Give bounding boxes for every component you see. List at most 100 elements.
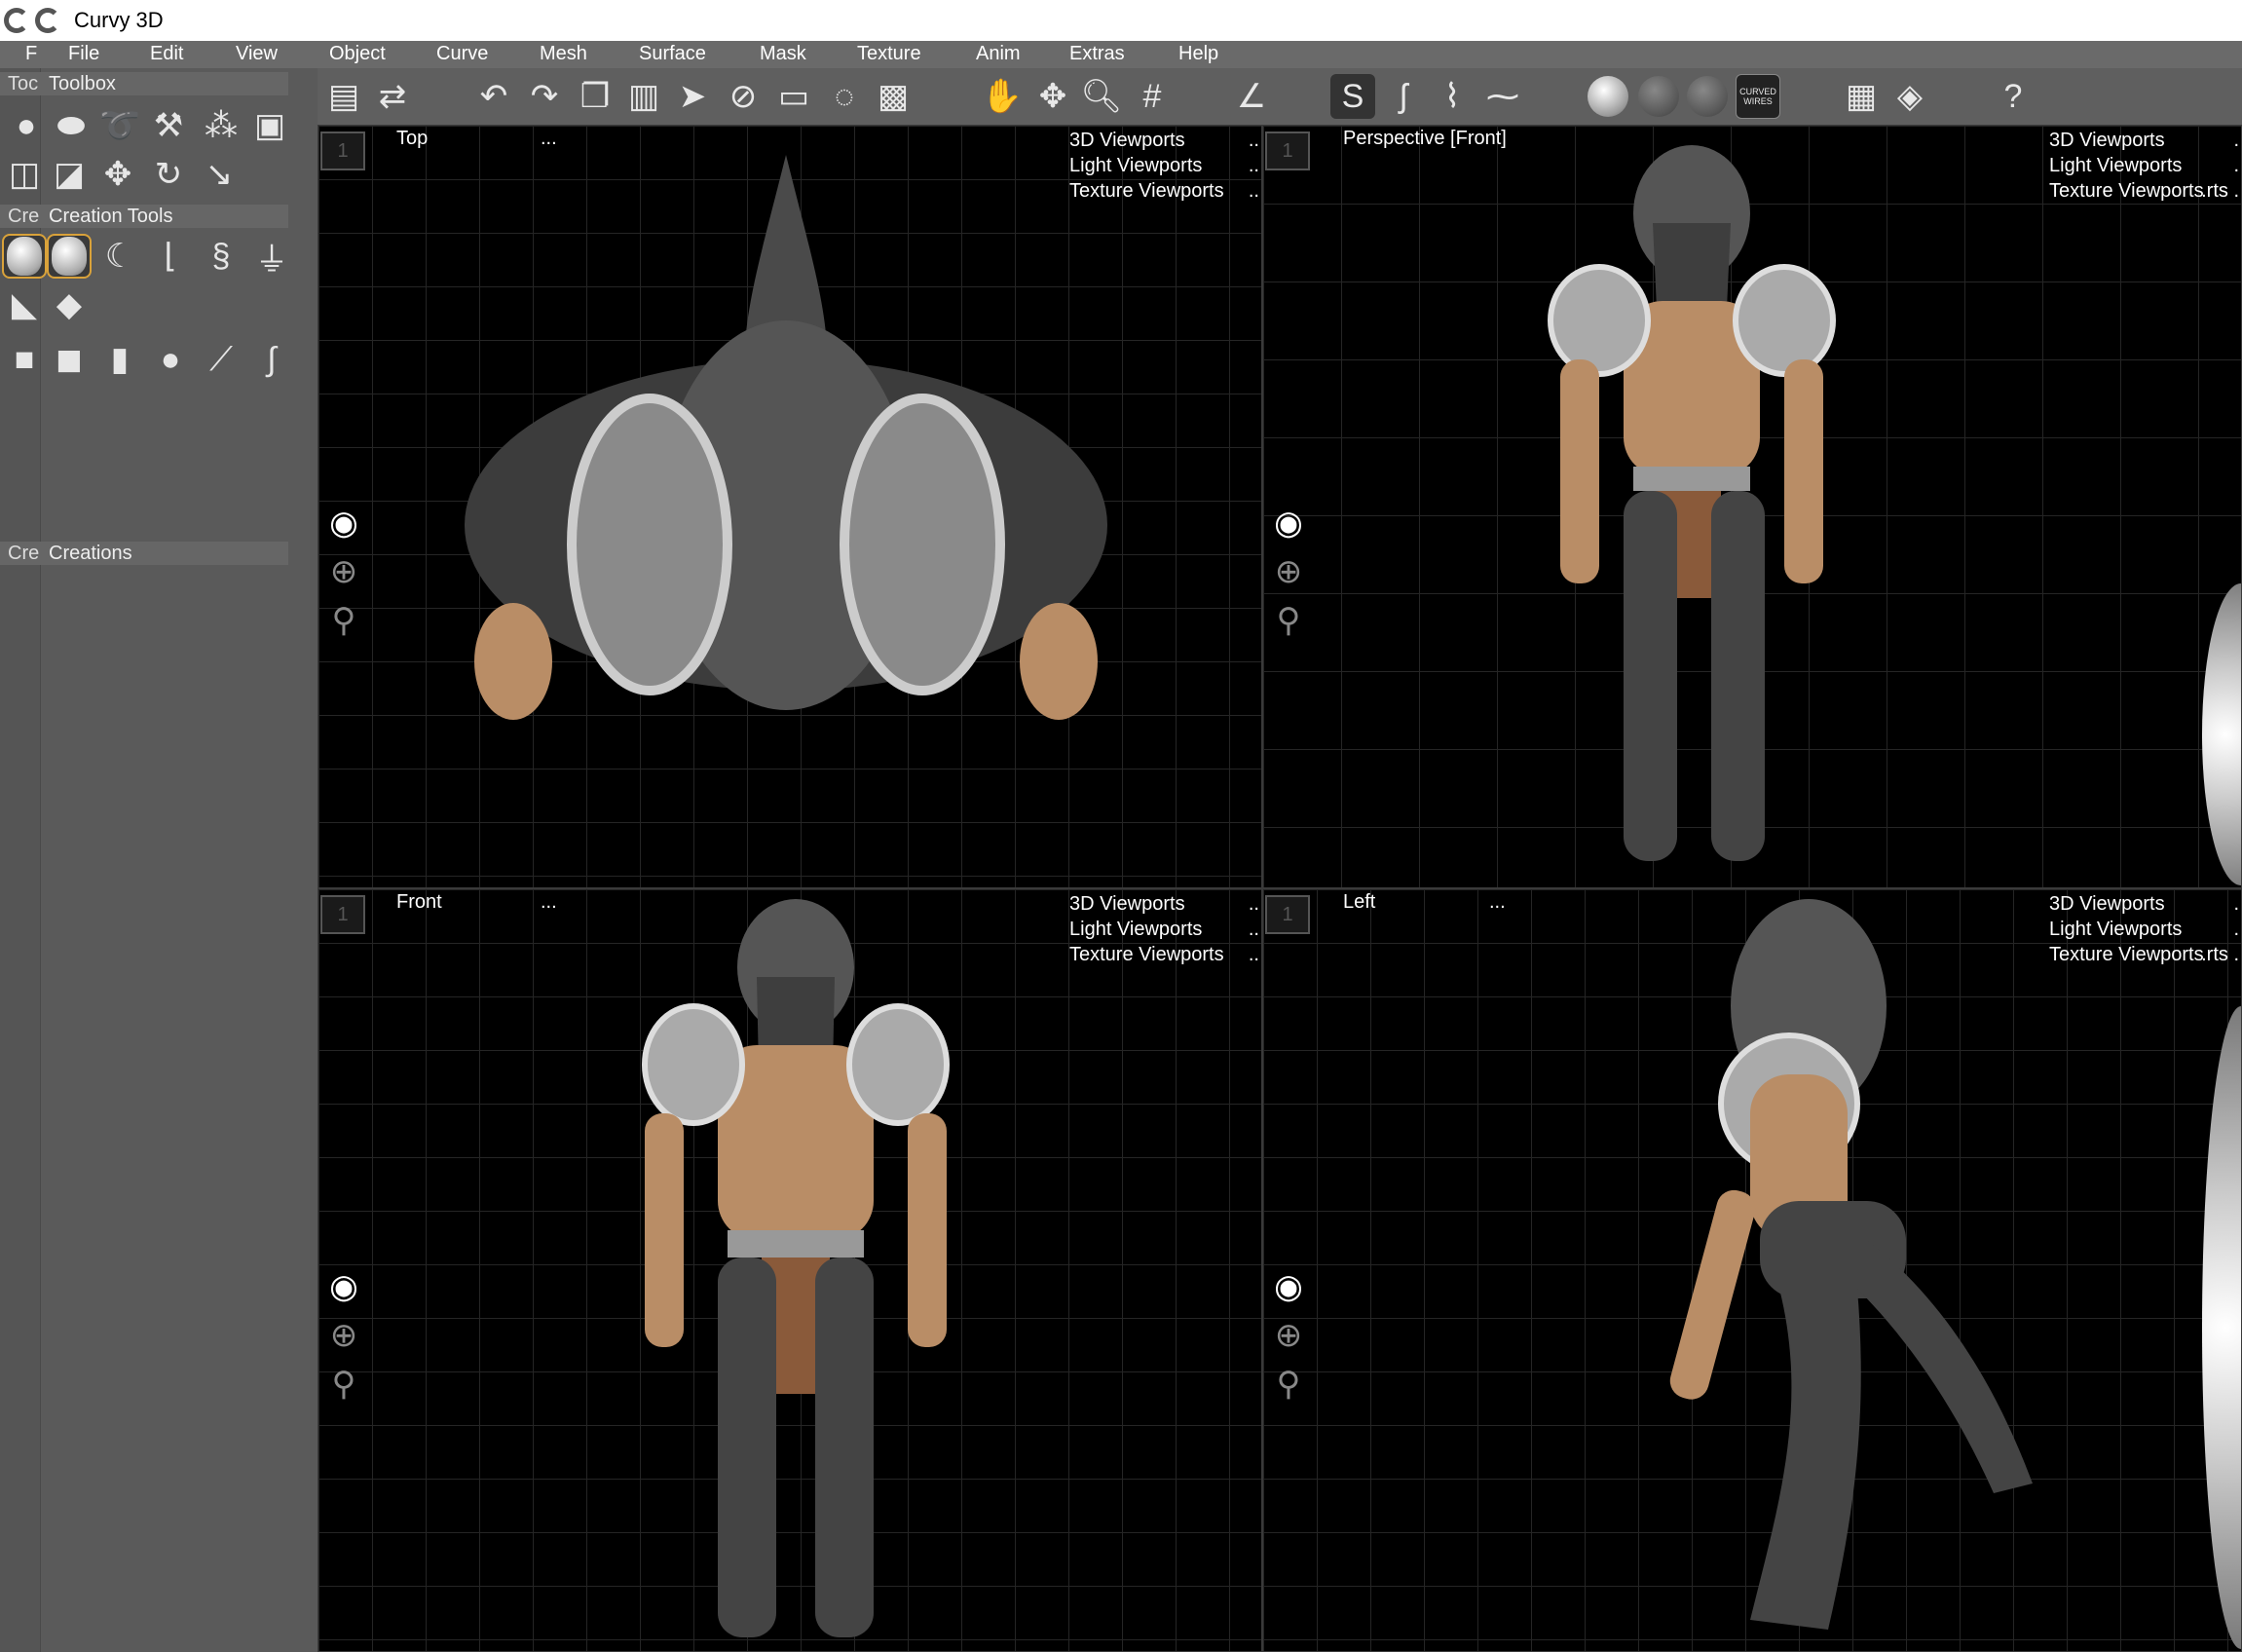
pan-hand-icon[interactable]: ✋	[980, 74, 1025, 119]
menu-3d-viewports[interactable]: 3D Viewports	[1069, 130, 1185, 151]
viewport-options[interactable]: ...	[541, 128, 557, 150]
toolbox-header[interactable]: Toc Toolbox	[0, 72, 288, 95]
menu-light-viewports[interactable]: Light Viewports	[1069, 919, 1202, 940]
lasso-icon[interactable]: ◌	[822, 74, 867, 119]
edit-curve-icon[interactable]: ∠	[1229, 74, 1274, 119]
viewport-number[interactable]: 1	[320, 895, 365, 934]
focus-target-icon[interactable]: ◉	[1267, 502, 1310, 544]
select-arrow-icon[interactable]: ➤	[670, 74, 715, 119]
creations-header[interactable]: Cre Creations	[0, 542, 288, 565]
surface-wave-icon[interactable]: ◆	[47, 282, 92, 327]
pan-view-icon[interactable]: ⊕	[322, 1314, 365, 1357]
menu-light-viewports[interactable]: Light Viewports	[2049, 155, 2182, 176]
viewport-top[interactable]: 1 Top ... 3D Viewports .. Light Viewport…	[318, 125, 1262, 888]
menu-f[interactable]: F	[25, 43, 37, 65]
menu-more[interactable]: ..	[1249, 153, 1259, 178]
menu-3d-viewports[interactable]: 3D Viewports	[2049, 893, 2165, 915]
creation-tools-tab[interactable]: Cre	[0, 206, 41, 228]
focus-target-icon[interactable]: ◉	[322, 1265, 365, 1308]
particles-icon[interactable]: ⁂	[199, 103, 243, 148]
undo-icon[interactable]: ↶	[471, 74, 516, 119]
menu-more[interactable]: .rts .	[2201, 178, 2239, 204]
menu-mesh[interactable]: Mesh	[540, 43, 587, 65]
copy-icon[interactable]: ❐	[573, 74, 617, 119]
menu-more[interactable]: ..	[1249, 942, 1259, 967]
rect-select-icon[interactable]: ▭	[771, 74, 816, 119]
zoom-view-icon[interactable]: ⚲	[322, 599, 365, 642]
menu-more[interactable]: .	[2233, 917, 2239, 942]
sphere-group-icon[interactable]: ●	[4, 103, 49, 148]
menu-extras[interactable]: Extras	[1069, 43, 1125, 65]
shaded-sphere-icon[interactable]	[1586, 74, 1630, 119]
bend-shape-icon[interactable]: ☾	[97, 234, 142, 279]
move-icon[interactable]: ✥	[95, 152, 140, 197]
curve-open-icon[interactable]: ⌇	[1430, 74, 1475, 119]
menu-view[interactable]: View	[236, 43, 278, 65]
foot-shape-icon[interactable]: ⌊	[148, 234, 193, 279]
creation-tools-header[interactable]: Cre Creation Tools	[0, 205, 288, 228]
pan-view-icon[interactable]: ⊕	[1267, 1314, 1310, 1357]
menu-more[interactable]: .	[2233, 153, 2239, 178]
menu-3d-viewports[interactable]: 3D Viewports	[1069, 893, 1185, 915]
twist-icon[interactable]: ➰	[97, 103, 142, 148]
toolbox-tab[interactable]: Toc	[0, 73, 41, 95]
zoom-icon[interactable]: 🔍︎	[1079, 74, 1124, 119]
menu-texture-viewports[interactable]: Texture Viewports	[2049, 944, 2204, 965]
pan-view-icon[interactable]: ⊕	[322, 550, 365, 593]
quad-view-icon[interactable]: ▦	[1839, 74, 1884, 119]
curve-s-icon[interactable]: S	[1330, 74, 1375, 119]
menu-more[interactable]: .rts .	[2201, 942, 2239, 967]
menu-curve[interactable]: Curve	[436, 43, 488, 65]
hook-curve-icon[interactable]: ∫	[249, 337, 294, 382]
multi-object-icon[interactable]: ⬬	[49, 103, 93, 148]
viewport-number[interactable]: 1	[320, 131, 365, 170]
menu-mask[interactable]: Mask	[760, 43, 806, 65]
zoom-view-icon[interactable]: ⚲	[1267, 599, 1310, 642]
menu-more[interactable]: ..	[1249, 128, 1259, 153]
sphere-icon[interactable]: ●	[148, 337, 193, 382]
cloth-icon[interactable]: ⏚	[249, 234, 294, 279]
menu-more[interactable]: ..	[1249, 917, 1259, 942]
surface-patch-icon[interactable]: ◣	[2, 282, 47, 327]
save-icon[interactable]: ▤	[321, 74, 366, 119]
menu-surface[interactable]: Surface	[639, 43, 706, 65]
redo-icon[interactable]: ↷	[522, 74, 567, 119]
menu-edit[interactable]: Edit	[150, 43, 183, 65]
box-left-icon[interactable]: ◫	[2, 152, 47, 197]
deselect-icon[interactable]: ⊘	[721, 74, 766, 119]
menu-file[interactable]: File	[68, 43, 99, 65]
export-icon[interactable]: ⇄	[370, 74, 415, 119]
menu-more[interactable]: ..	[1249, 178, 1259, 204]
menu-anim[interactable]: Anim	[976, 43, 1021, 65]
hammer-icon[interactable]: ⚒	[146, 103, 191, 148]
image-plane-icon[interactable]: ▣	[247, 103, 292, 148]
menu-texture[interactable]: Texture	[857, 43, 921, 65]
menu-light-viewports[interactable]: Light Viewports	[2049, 919, 2182, 940]
viewport-perspective[interactable]: 1 Perspective [Front] 3D Viewports . Lig…	[1262, 125, 2242, 888]
menu-more[interactable]: .	[2233, 891, 2239, 917]
viewport-front[interactable]: 1 Front ... 3D Viewports .. Light Viewpo…	[318, 888, 1262, 1652]
menu-more[interactable]: .	[2233, 128, 2239, 153]
zoom-view-icon[interactable]: ⚲	[1267, 1363, 1310, 1406]
help-icon[interactable]: ?	[1991, 74, 2036, 119]
shape-blob-alt-icon[interactable]	[47, 234, 92, 279]
viewport-options[interactable]: ...	[1489, 891, 1506, 914]
curve-s-alt-icon[interactable]: ʃ	[1381, 74, 1426, 119]
zoom-view-icon[interactable]: ⚲	[322, 1363, 365, 1406]
viewport-number[interactable]: 1	[1265, 895, 1310, 934]
focus-target-icon[interactable]: ◉	[322, 502, 365, 544]
menu-texture-viewports[interactable]: Texture Viewports	[1069, 944, 1224, 965]
viewport-options[interactable]: ...	[541, 891, 557, 914]
grid-icon[interactable]: #	[1130, 74, 1175, 119]
view-cube-icon[interactable]: ◈	[1887, 74, 1932, 119]
box-right-icon[interactable]: ◪	[47, 152, 92, 197]
menu-more[interactable]: ..	[1249, 891, 1259, 917]
mask-select-icon[interactable]: ▩	[871, 74, 915, 119]
viewport-left[interactable]: 1 Left ... 3D Viewports . Light Viewport…	[1262, 888, 2242, 1652]
wire-sphere-icon[interactable]	[1636, 74, 1681, 119]
curve-points-icon[interactable]: ⁓	[1480, 74, 1525, 119]
bone-icon[interactable]: ⟋	[199, 337, 243, 382]
menu-help[interactable]: Help	[1178, 43, 1218, 65]
cylinder-icon[interactable]: ▮	[97, 337, 142, 382]
creations-tab[interactable]: Cre	[0, 543, 41, 565]
